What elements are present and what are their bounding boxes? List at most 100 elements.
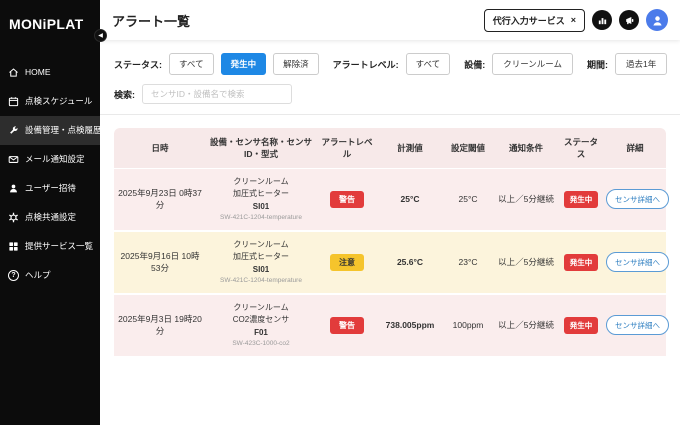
measured-value: 25.6°C xyxy=(378,231,442,294)
sensor-name: 加圧式ヒーター xyxy=(208,188,314,200)
alert-datetime: 2025年9月3日 19時20分 xyxy=(114,294,206,357)
app-logo: MONiPLAT xyxy=(0,0,100,56)
alert-level-all-button[interactable]: すべて xyxy=(406,53,451,75)
sensor-name: CO2濃度センサ xyxy=(208,314,314,326)
person-icon xyxy=(651,14,664,27)
sidebar-item-home[interactable]: HOME xyxy=(0,58,100,87)
period-filter-label: 期間: xyxy=(587,58,608,71)
col-header-datetime: 日時 xyxy=(114,128,206,169)
col-header-detail: 詳細 xyxy=(604,128,666,169)
equipment-cell: クリーンルーム 加圧式ヒーター SI01 SW-421C-1204-temper… xyxy=(206,169,316,231)
equipment-name: クリーンルーム xyxy=(208,302,314,314)
status-badge: 発生中 xyxy=(564,254,599,271)
equipment-name: クリーンルーム xyxy=(208,239,314,251)
threshold-value: 100ppm xyxy=(442,294,494,357)
alert-table-section: 日時 設備・センサ名称・センサID・型式 アラートレベル 計測値 設定閾値 通知… xyxy=(100,115,680,371)
user-avatar[interactable] xyxy=(646,9,668,31)
calendar-icon xyxy=(8,96,19,107)
megaphone-icon xyxy=(624,15,635,26)
home-icon xyxy=(8,67,19,78)
mail-icon xyxy=(8,154,19,165)
col-header-equipment: 設備・センサ名称・センサID・型式 xyxy=(206,128,316,169)
stats-button[interactable] xyxy=(592,10,612,30)
sensor-detail-button[interactable]: センサ詳細へ xyxy=(606,315,669,335)
help-icon: ? xyxy=(8,270,19,281)
col-header-condition: 通知条件 xyxy=(494,128,558,169)
notify-condition: 以上／5分継続 xyxy=(494,231,558,294)
sensor-id: F01 xyxy=(208,327,314,339)
gear-icon xyxy=(8,212,19,223)
proxy-input-service-button[interactable]: 代行入力サービス × xyxy=(484,9,585,32)
table-header-row: 日時 設備・センサ名称・センサID・型式 アラートレベル 計測値 設定閾値 通知… xyxy=(114,128,666,169)
search-label: 検索: xyxy=(114,88,135,101)
equipment-filter-label: 設備: xyxy=(464,58,485,71)
sensor-id: SI01 xyxy=(208,201,314,213)
col-header-status: ステータス xyxy=(558,128,604,169)
sensor-id: SI01 xyxy=(208,264,314,276)
alert-level-badge: 警告 xyxy=(330,191,364,208)
sensor-detail-button[interactable]: センサ詳細へ xyxy=(606,189,669,209)
sidebar-item-label: 設備管理・点検履歴 xyxy=(25,126,102,135)
sidebar-item-label: ユーザー招待 xyxy=(25,184,76,193)
sidebar-item-label: 点検共通設定 xyxy=(25,213,76,222)
table-row: 2025年9月3日 19時20分 クリーンルーム CO2濃度センサ F01 SW… xyxy=(114,294,666,357)
alert-datetime: 2025年9月23日 0時37分 xyxy=(114,169,206,231)
sidebar-collapse-button[interactable]: ◀ xyxy=(94,29,107,42)
table-row: 2025年9月16日 10時53分 クリーンルーム 加圧式ヒーター SI01 S… xyxy=(114,231,666,294)
notify-condition: 以上／5分継続 xyxy=(494,169,558,231)
status-all-button[interactable]: すべて xyxy=(169,53,214,75)
notify-condition: 以上／5分継続 xyxy=(494,294,558,357)
status-badge: 発生中 xyxy=(564,317,599,334)
search-input[interactable] xyxy=(142,84,292,104)
sensor-model: SW-423C-1000-co2 xyxy=(208,339,314,349)
sensor-detail-button[interactable]: センサ詳細へ xyxy=(606,252,669,272)
sidebar-item-label: メール通知設定 xyxy=(25,155,85,164)
filter-row-2: 検索: xyxy=(114,84,666,104)
equipment-select[interactable]: クリーンルーム xyxy=(492,53,573,75)
equipment-name: クリーンルーム xyxy=(208,176,314,188)
announcements-button[interactable] xyxy=(619,10,639,30)
grid-icon xyxy=(8,241,19,252)
bar-chart-icon xyxy=(597,15,608,26)
period-select[interactable]: 過去1年 xyxy=(615,53,667,75)
header-actions: 代行入力サービス × xyxy=(484,9,668,32)
sidebar-item-label: ヘルプ xyxy=(25,271,51,280)
equipment-cell: クリーンルーム 加圧式ヒーター SI01 SW-421C-1204-temper… xyxy=(206,231,316,294)
sidebar-item-services[interactable]: 提供サービス一覧 xyxy=(0,232,100,261)
page-title: アラート一覧 xyxy=(112,11,190,30)
table-row: 2025年9月23日 0時37分 クリーンルーム 加圧式ヒーター SI01 SW… xyxy=(114,169,666,231)
status-filter-label: ステータス: xyxy=(114,58,162,71)
wrench-icon xyxy=(8,125,19,136)
alert-level-filter-label: アラートレベル: xyxy=(333,58,399,71)
close-icon[interactable]: × xyxy=(571,16,576,25)
sidebar-item-user-invite[interactable]: ユーザー招待 xyxy=(0,174,100,203)
sidebar-item-common-settings[interactable]: 点検共通設定 xyxy=(0,203,100,232)
measured-value: 25°C xyxy=(378,169,442,231)
alert-table: 日時 設備・センサ名称・センサID・型式 アラートレベル 計測値 設定閾値 通知… xyxy=(114,128,666,358)
measured-value: 738.005ppm xyxy=(378,294,442,357)
sidebar-item-mail-settings[interactable]: メール通知設定 xyxy=(0,145,100,174)
status-active-button[interactable]: 発生中 xyxy=(221,53,267,75)
alert-level-badge: 警告 xyxy=(330,317,364,334)
alert-level-badge: 注意 xyxy=(330,254,364,271)
filter-bar: ステータス: すべて 発生中 解除済 アラートレベル: すべて 設備: クリーン… xyxy=(100,40,680,115)
sidebar-item-inspection-schedule[interactable]: 点検スケジュール xyxy=(0,87,100,116)
col-header-threshold: 設定閾値 xyxy=(442,128,494,169)
main-area: アラート一覧 代行入力サービス × ステータス: すべて 発生中 解除済 アラ xyxy=(100,0,680,425)
sidebar-nav: HOME 点検スケジュール 設備管理・点検履歴 メール通知設定 ユーザー招待 xyxy=(0,58,100,290)
page-header: アラート一覧 代行入力サービス × xyxy=(100,0,680,40)
alert-datetime: 2025年9月16日 10時53分 xyxy=(114,231,206,294)
user-plus-icon xyxy=(8,183,19,194)
filter-row-1: ステータス: すべて 発生中 解除済 アラートレベル: すべて 設備: クリーン… xyxy=(114,53,666,75)
sidebar-item-label: 点検スケジュール xyxy=(25,97,92,106)
status-cleared-button[interactable]: 解除済 xyxy=(273,53,319,75)
sidebar-item-equipment-history[interactable]: 設備管理・点検履歴 xyxy=(0,116,100,145)
col-header-alert-level: アラートレベル xyxy=(316,128,378,169)
threshold-value: 25°C xyxy=(442,169,494,231)
proxy-input-service-label: 代行入力サービス xyxy=(493,14,565,27)
sensor-name: 加圧式ヒーター xyxy=(208,251,314,263)
status-badge: 発生中 xyxy=(564,191,599,208)
sidebar-item-label: 提供サービス一覧 xyxy=(25,242,93,251)
sidebar-item-label: HOME xyxy=(25,68,51,77)
sidebar-item-help[interactable]: ? ヘルプ xyxy=(0,261,100,290)
